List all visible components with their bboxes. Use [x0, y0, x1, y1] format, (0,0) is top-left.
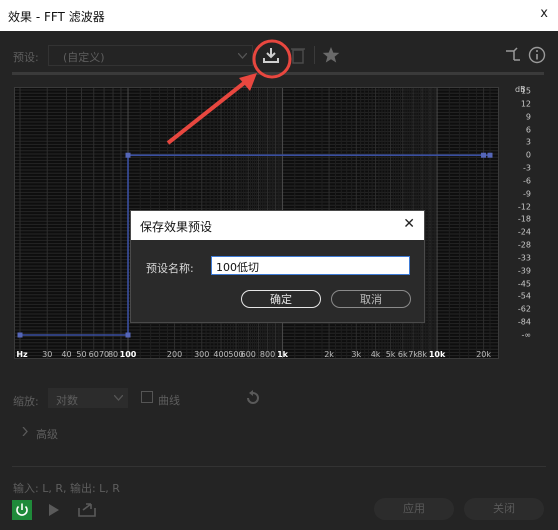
curve-checkbox-label: 曲线	[158, 394, 180, 407]
apply-button[interactable]: 应用	[374, 498, 454, 520]
chevron-down-icon	[238, 53, 247, 59]
db-tick-label: -12	[517, 202, 531, 212]
close-button[interactable]: 关闭	[464, 498, 544, 520]
db-tick-label: -62	[517, 304, 531, 314]
scale-dropdown[interactable]: 对数	[48, 388, 128, 408]
frequency-tick-label: 1k	[277, 350, 288, 359]
dialog-title: 保存效果预设	[140, 220, 213, 234]
db-tick-label: -28	[517, 240, 531, 250]
footer-divider	[12, 466, 546, 467]
window-title: 效果 - FFT 滤波器	[8, 10, 105, 24]
db-tick-label: 12	[520, 99, 531, 109]
close-button-label: 关闭	[493, 502, 515, 515]
frequency-tick-label: 600	[240, 350, 256, 359]
db-tick-label: -18	[517, 214, 531, 224]
frequency-tick-label: 8k	[417, 350, 427, 359]
reset-icon[interactable]	[245, 390, 261, 406]
db-tick-label: -6	[523, 176, 531, 186]
preset-dropdown-value: (自定义)	[63, 51, 105, 64]
info-icon[interactable]	[528, 46, 546, 64]
toolbar-separator	[12, 72, 544, 75]
preset-name-label: 预设名称:	[146, 262, 194, 275]
frequency-tick-label: 50	[76, 350, 87, 359]
frequency-tick-label: 400	[213, 350, 229, 359]
export-icon[interactable]	[78, 501, 96, 517]
delete-icon[interactable]	[291, 46, 305, 64]
db-tick-label: 9	[525, 112, 531, 122]
window-close-button[interactable]: x	[540, 6, 548, 21]
db-tick-label: -33	[517, 253, 531, 263]
db-tick-label: 0	[525, 150, 531, 160]
dialog-titlebar: 保存效果预设 ✕	[131, 211, 424, 240]
power-button[interactable]	[12, 500, 32, 520]
db-tick-label: -9	[523, 189, 531, 199]
window-titlebar: 效果 - FFT 滤波器 x	[0, 0, 558, 31]
preset-label: 预设:	[13, 51, 39, 64]
routing-icon[interactable]	[505, 47, 521, 63]
save-preset-dialog: 保存效果预设 ✕ 预设名称: 100低切 确定 取消	[130, 210, 425, 323]
ok-button-label: 确定	[270, 293, 292, 306]
frequency-tick-label: 60	[88, 350, 99, 359]
db-scale: dB 15 12 9 6 3 0 -3 -6 -9 -12 -18 -24 -28 -33 -39 -45 -5…	[505, 85, 545, 359]
power-icon	[16, 503, 28, 516]
cancel-button[interactable]: 取消	[331, 290, 411, 308]
save-preset-icon[interactable]	[261, 46, 281, 66]
play-icon[interactable]	[48, 503, 60, 517]
ok-button[interactable]: 确定	[241, 290, 321, 308]
db-tick-label: 6	[525, 125, 531, 135]
curve-control-point	[481, 152, 486, 158]
curve-control-point	[125, 332, 131, 338]
frequency-tick-label: Hz	[16, 350, 28, 359]
preset-name-value: 100低切	[216, 261, 259, 274]
preset-dropdown[interactable]: (自定义)	[48, 45, 253, 66]
frequency-tick-label: 20k	[476, 350, 491, 359]
preset-name-input[interactable]: 100低切	[211, 256, 410, 275]
frequency-tick-label: 4k	[370, 350, 381, 359]
frequency-tick-label: 5k	[385, 350, 396, 359]
cancel-button-label: 取消	[360, 293, 382, 306]
frequency-tick-label: 2k	[324, 350, 334, 359]
chevron-right-icon[interactable]	[22, 427, 28, 436]
curve-control-point	[17, 332, 23, 338]
frequency-tick-label: 30	[42, 350, 53, 359]
db-tick-label: -3	[523, 163, 531, 173]
curve-checkbox[interactable]	[141, 391, 153, 403]
curve-control-point	[487, 152, 493, 158]
frequency-tick-label: 6k	[397, 350, 408, 359]
db-tick-label: -54	[517, 291, 531, 301]
apply-button-label: 应用	[403, 502, 425, 515]
db-tick-label: -39	[517, 266, 531, 276]
chevron-down-icon	[114, 395, 123, 401]
dialog-close-button[interactable]: ✕	[403, 216, 415, 232]
io-routing-text: 输入: L, R, 输出: L, R	[13, 482, 120, 495]
scale-label: 缩放:	[13, 395, 39, 408]
frequency-tick-label: 800	[259, 350, 276, 359]
frequency-tick-label: 200	[166, 350, 183, 359]
db-tick-label: -84	[517, 317, 531, 327]
db-tick-label: -∞	[521, 330, 531, 340]
curve-control-point	[125, 152, 131, 158]
frequency-tick-label: 10k	[428, 350, 446, 359]
frequency-tick-label: 100	[119, 350, 137, 359]
db-tick-label: -24	[517, 227, 531, 237]
db-tick-label: -45	[517, 279, 531, 289]
db-tick-label: 15	[520, 86, 531, 96]
frequency-tick-label: 80	[107, 350, 119, 359]
scale-dropdown-value: 对数	[56, 394, 78, 407]
toolbar-divider	[314, 46, 315, 64]
advanced-toggle[interactable]: 高级	[36, 426, 58, 442]
frequency-tick-label: 300	[194, 350, 210, 359]
frequency-tick-label: 3k	[351, 350, 362, 359]
favorite-star-icon[interactable]	[322, 46, 340, 64]
frequency-tick-label: 40	[61, 350, 72, 359]
db-tick-label: 3	[525, 137, 531, 147]
